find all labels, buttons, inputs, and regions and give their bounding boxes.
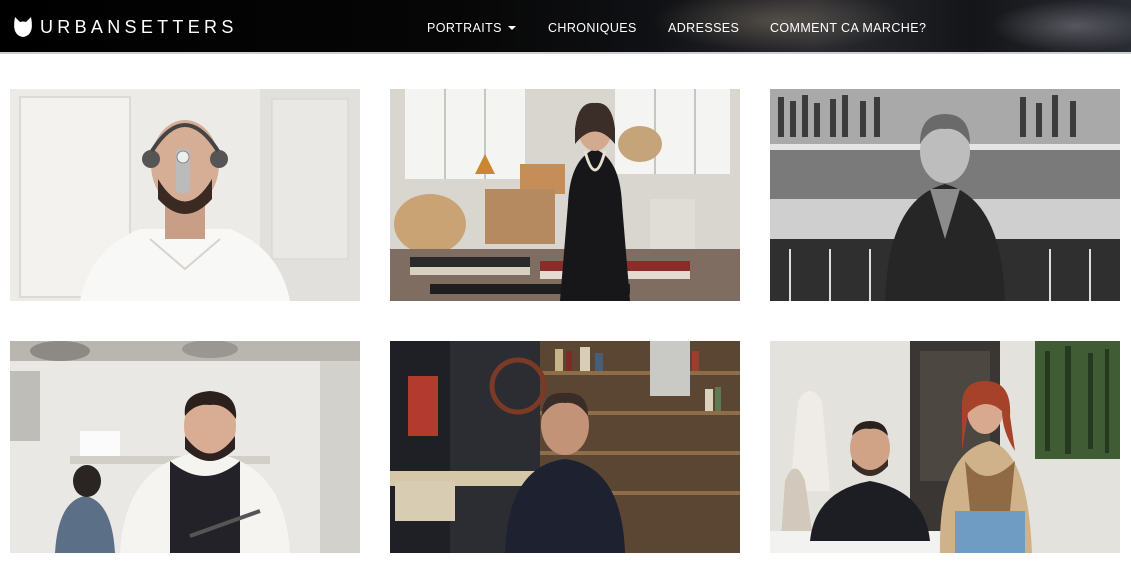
site-logo[interactable]: URBANSETTERS (13, 14, 238, 40)
portrait-card-6[interactable] (770, 341, 1120, 553)
nav-item-chroniques[interactable]: CHRONIQUES (548, 21, 637, 35)
nav-item-comment-ca-marche[interactable]: COMMENT CA MARCHE? (770, 21, 926, 35)
portrait-card-1[interactable] (10, 89, 360, 301)
portrait-image (10, 89, 360, 301)
portrait-image (390, 89, 740, 301)
nav-item-adresses[interactable]: ADRESSES (668, 21, 739, 35)
cat-head-icon (14, 17, 32, 37)
header-background-light-right (990, 0, 1131, 52)
nav-item-portraits[interactable]: PORTRAITS (427, 21, 516, 35)
portrait-card-3[interactable] (770, 89, 1120, 301)
nav-item-portraits-label: PORTRAITS (427, 21, 502, 35)
site-logo-text: URBANSETTERS (40, 17, 238, 37)
portrait-card-2[interactable] (390, 89, 740, 301)
portrait-image (770, 89, 1120, 301)
portrait-image (390, 341, 740, 553)
portrait-image (770, 341, 1120, 553)
portrait-card-5[interactable] (390, 341, 740, 553)
top-navigation-bar: URBANSETTERS PORTRAITS CHRONIQUES ADRESS… (0, 0, 1131, 54)
chevron-down-icon (507, 25, 516, 30)
portrait-image (10, 341, 360, 553)
portrait-card-4[interactable] (10, 341, 360, 553)
